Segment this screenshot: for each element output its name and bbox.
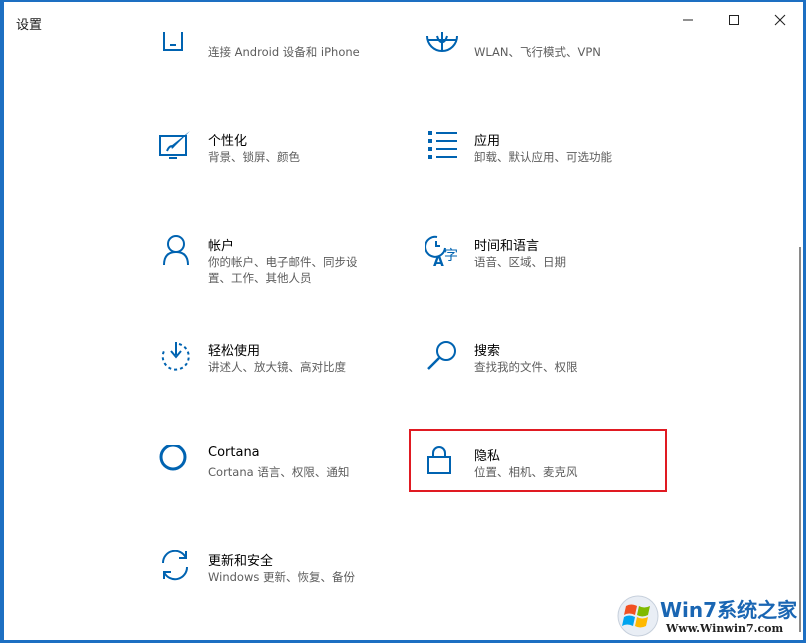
- tile-search[interactable]: 搜索 查找我的文件、权限: [425, 340, 675, 400]
- watermark: Win7系统之家 Www.Winwin7.com: [614, 592, 803, 640]
- tile-desc: Windows 更新、恢复、备份: [208, 570, 355, 584]
- globe-icon: [425, 32, 459, 66]
- tile-name: 更新和安全: [208, 554, 274, 569]
- minimize-icon: [683, 19, 693, 21]
- tile-name: 搜索: [474, 344, 501, 359]
- phone-icon: [159, 32, 193, 66]
- tile-desc: 查找我的文件、权限: [474, 360, 578, 374]
- tile-update-security[interactable]: 更新和安全 Windows 更新、恢复、备份: [159, 550, 409, 610]
- cortana-icon: [159, 445, 193, 479]
- tile-desc: 卸载、默认应用、可选功能: [474, 150, 612, 164]
- tile-desc: WLAN、飞行模式、VPN: [474, 45, 601, 59]
- close-button[interactable]: [757, 2, 803, 38]
- scrollbar[interactable]: [799, 247, 801, 632]
- close-icon: [774, 14, 786, 26]
- tile-apps[interactable]: 应用 卸载、默认应用、可选功能: [425, 130, 675, 190]
- time-language-icon: A 字: [425, 235, 459, 269]
- maximize-button[interactable]: [711, 2, 757, 38]
- tile-name: 轻松使用: [208, 344, 261, 359]
- tile-desc: 背景、锁屏、颜色: [208, 150, 300, 164]
- apps-icon: [425, 130, 459, 164]
- tile-name: 帐户: [208, 239, 235, 254]
- tile-time-language[interactable]: A 字 时间和语言 语音、区域、日期: [425, 235, 675, 295]
- personalization-icon: [159, 130, 193, 164]
- ease-of-access-icon: [159, 340, 193, 374]
- tile-desc: Cortana 语言、权限、通知: [208, 465, 350, 479]
- tile-personalization[interactable]: 个性化 背景、锁屏、颜色: [159, 130, 409, 190]
- tile-name: 个性化: [208, 134, 248, 149]
- svg-text:字: 字: [444, 248, 458, 264]
- tile-accounts[interactable]: 帐户 你的帐户、电子邮件、同步设置、工作、其他人员: [159, 235, 409, 295]
- maximize-icon: [729, 15, 739, 25]
- tile-name: Cortana: [208, 445, 260, 460]
- tile-desc: 你的帐户、电子邮件、同步设置、工作、其他人员: [208, 255, 358, 285]
- tile-ease-of-access[interactable]: 轻松使用 讲述人、放大镜、高对比度: [159, 340, 409, 400]
- watermark-url: Www.Winwin7.com: [666, 622, 784, 635]
- svg-text:A: A: [433, 254, 444, 269]
- person-icon: [159, 235, 193, 269]
- watermark-brand: Win7系统之家: [660, 598, 798, 622]
- tile-name: 应用: [474, 134, 501, 149]
- tile-desc: 讲述人、放大镜、高对比度: [208, 360, 346, 374]
- search-icon: [425, 340, 459, 374]
- tile-cortana[interactable]: Cortana Cortana 语言、权限、通知: [159, 445, 409, 505]
- tile-desc: 语音、区域、日期: [474, 255, 566, 269]
- tile-phone[interactable]: 连接 Android 设备和 iPhone: [159, 32, 409, 92]
- tile-name: 时间和语言: [474, 239, 540, 254]
- settings-window: 设置 连接 Android 设备和 iPhone WLAN、飞行模式、VPN 个…: [4, 2, 803, 640]
- update-icon: [159, 550, 193, 584]
- highlight-box: [409, 429, 667, 492]
- window-title: 设置: [16, 18, 43, 33]
- tile-network[interactable]: WLAN、飞行模式、VPN: [425, 32, 675, 92]
- tile-desc: 连接 Android 设备和 iPhone: [208, 45, 360, 59]
- windows-logo-icon: [617, 595, 659, 637]
